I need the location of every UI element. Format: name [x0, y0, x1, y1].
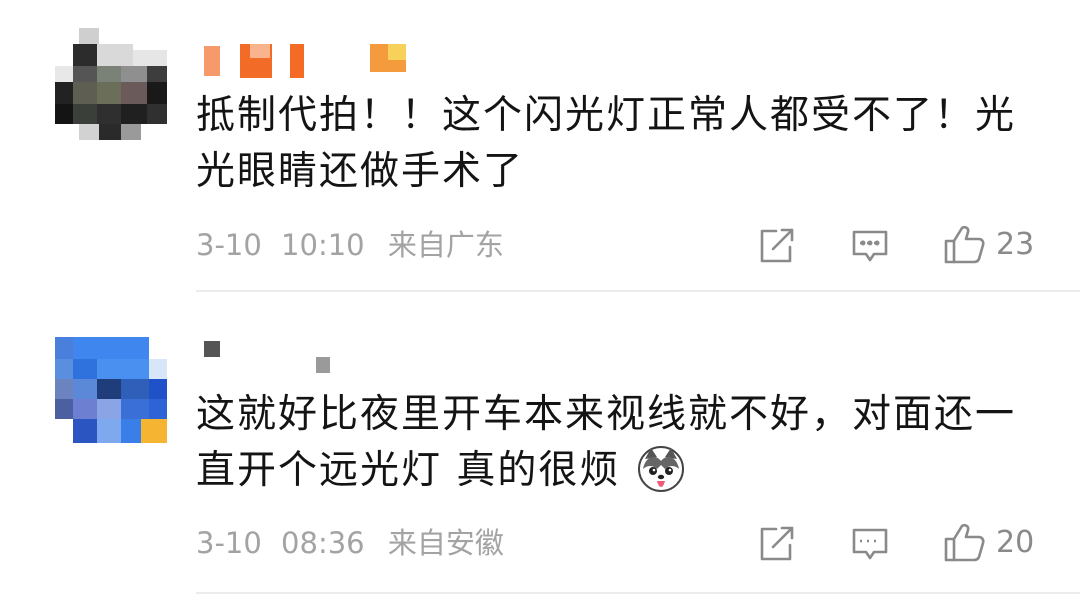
share-edit-icon — [756, 226, 796, 266]
username[interactable] — [198, 337, 498, 377]
thumbs-up-icon — [942, 222, 986, 266]
comment-icon — [850, 226, 890, 266]
repost-button[interactable] — [756, 224, 796, 268]
comment-date: 3-10 — [196, 526, 262, 560]
comment-text-line: 抵制代拍！！这个闪光灯正常人都受不了！光 — [196, 93, 1017, 138]
comment-time: 10:10 — [281, 228, 365, 262]
comment-meta: 3-10 10:10 来自广东 — [196, 225, 504, 265]
like-count: 23 — [996, 226, 1035, 262]
comment-icon — [850, 524, 890, 564]
comment-text-line: 这就好比夜里开车本来视线就不好，对面还一 — [196, 392, 1017, 437]
comment-time: 08:36 — [281, 526, 365, 560]
comment-text-line: 光眼睛还做手术了 — [196, 149, 525, 194]
avatar[interactable] — [55, 337, 167, 449]
like-button[interactable]: 20 — [942, 520, 1034, 564]
like-button[interactable]: 23 — [942, 222, 1034, 266]
reply-button[interactable] — [850, 224, 890, 268]
comment-date: 3-10 — [196, 228, 262, 262]
like-count: 20 — [996, 524, 1035, 560]
divider — [196, 592, 1080, 594]
comment-item: 抵制代拍！！这个闪光灯正常人都受不了！光 光眼睛还做手术了 3-10 10:10… — [0, 0, 1080, 292]
comment-location: 来自安徽 — [387, 526, 504, 560]
repost-button[interactable] — [756, 522, 796, 566]
comment-text-line: 直开个远光灯 真的很烦 — [196, 448, 621, 493]
comment-text: 抵制代拍！！这个闪光灯正常人都受不了！光 光眼睛还做手术了 — [196, 88, 1056, 200]
comment-text: 这就好比夜里开车本来视线就不好，对面还一 直开个远光灯 真的很烦 — [196, 387, 1056, 499]
reply-button[interactable] — [850, 522, 890, 566]
thumbs-up-icon — [942, 520, 986, 564]
username[interactable] — [198, 40, 498, 80]
share-edit-icon — [756, 524, 796, 564]
avatar[interactable] — [55, 28, 167, 140]
comment-meta: 3-10 08:36 来自安徽 — [196, 523, 504, 563]
comment-location: 来自广东 — [387, 228, 504, 262]
husky-emoji — [637, 445, 685, 493]
comment-item: 这就好比夜里开车本来视线就不好，对面还一 直开个远光灯 真的很烦 3-10 08… — [0, 292, 1080, 601]
